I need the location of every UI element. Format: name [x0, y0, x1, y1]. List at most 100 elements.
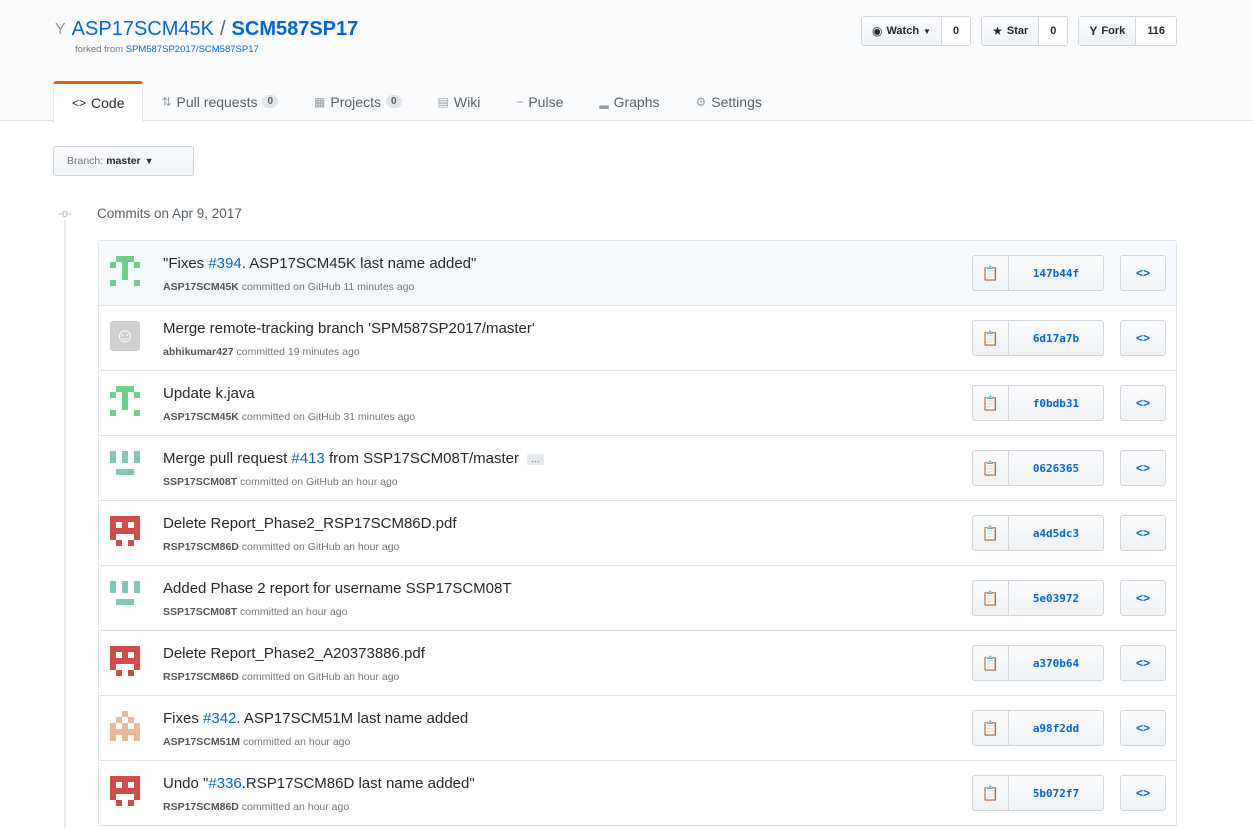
- sha-link[interactable]: a98f2dd: [1009, 711, 1103, 745]
- sha-link[interactable]: 5b072f7: [1009, 776, 1103, 810]
- commit-title[interactable]: Merge pull request #413 from SSP17SCM08T…: [163, 450, 545, 467]
- copy-sha-button[interactable]: 📋: [973, 321, 1009, 355]
- avatar[interactable]: [110, 646, 140, 676]
- sha-link[interactable]: 6d17a7b: [1009, 321, 1103, 355]
- star-button[interactable]: ★ Star: [982, 17, 1040, 45]
- commit-author[interactable]: RSP17SCM86D: [163, 671, 239, 683]
- issue-link[interactable]: #394: [208, 255, 241, 272]
- copy-sha-button[interactable]: 📋: [973, 516, 1009, 550]
- commit-group-title: -o- Commits on Apr 9, 2017: [55, 206, 242, 221]
- copy-sha-button[interactable]: 📋: [973, 646, 1009, 680]
- browse-code-button[interactable]: <>: [1120, 320, 1166, 356]
- avatar[interactable]: [110, 516, 140, 546]
- commit-author[interactable]: ASP17SCM45K: [163, 281, 239, 293]
- tab-pull-requests[interactable]: ⇅ Pull requests 0: [143, 81, 296, 122]
- commit-title[interactable]: Delete Report_Phase2_A20373886.pdf: [163, 645, 425, 662]
- commit-title[interactable]: Delete Report_Phase2_RSP17SCM86D.pdf: [163, 515, 457, 532]
- avatar[interactable]: [110, 386, 140, 416]
- star-count[interactable]: 0: [1039, 17, 1068, 45]
- fork-button[interactable]: Y Fork: [1079, 17, 1137, 45]
- commit-time: committed on GitHub 11 minutes ago: [238, 281, 415, 293]
- issue-link[interactable]: #336: [208, 775, 241, 792]
- browse-code-button[interactable]: <>: [1120, 450, 1166, 486]
- commit-author[interactable]: SSP17SCM08T: [163, 606, 237, 618]
- code-icon: <>: [1135, 396, 1150, 410]
- commit-author[interactable]: ASP17SCM45K: [163, 411, 239, 423]
- avatar[interactable]: [110, 711, 140, 741]
- browse-code-button[interactable]: <>: [1120, 515, 1166, 551]
- forked-from: forked from SPM587SP2017/SCM587SP17: [75, 44, 259, 55]
- tab-settings[interactable]: ⚙ Settings: [678, 81, 780, 122]
- sha-link[interactable]: a370b64: [1009, 646, 1103, 680]
- commit-title[interactable]: Undo "#336.RSP17SCM86D last name added": [163, 775, 475, 792]
- issue-link[interactable]: #342: [203, 710, 236, 727]
- commit-time: committed on GitHub an hour ago: [238, 671, 400, 683]
- repo-owner-link[interactable]: ASP17SCM45K: [72, 18, 214, 41]
- issue-link[interactable]: #413: [291, 450, 324, 467]
- commit-title[interactable]: Merge remote-tracking branch 'SPM587SP20…: [163, 320, 535, 337]
- copy-sha-button[interactable]: 📋: [973, 581, 1009, 615]
- copy-sha-button[interactable]: 📋: [973, 386, 1009, 420]
- branch-select-button[interactable]: Branch: master ▼: [53, 146, 194, 176]
- code-icon: <>: [1135, 266, 1150, 280]
- browse-code-button[interactable]: <>: [1120, 580, 1166, 616]
- commit-title[interactable]: Update k.java: [163, 385, 255, 402]
- browse-code-button[interactable]: <>: [1120, 775, 1166, 811]
- commit-author[interactable]: RSP17SCM86D: [163, 541, 239, 553]
- avatar[interactable]: [110, 776, 140, 806]
- code-icon: <>: [1135, 656, 1150, 670]
- forked-from-link[interactable]: SPM587SP2017/SCM587SP17: [126, 44, 259, 55]
- git-commit-icon: -o-: [55, 207, 75, 220]
- commit-title[interactable]: Added Phase 2 report for username SSP17S…: [163, 580, 512, 597]
- copy-sha-button[interactable]: 📋: [973, 451, 1009, 485]
- tab-wiki[interactable]: ▤ Wiki: [420, 81, 499, 122]
- timeline-line: [64, 215, 66, 828]
- tab-projects[interactable]: ▦ Projects 0: [296, 81, 419, 122]
- expand-message-button[interactable]: …: [527, 453, 545, 465]
- sha-link[interactable]: f0bdb31: [1009, 386, 1103, 420]
- tab-code[interactable]: <> Code: [53, 81, 144, 123]
- commit-title-text: .RSP17SCM86D last name added": [241, 775, 475, 792]
- watch-label: Watch: [886, 25, 920, 37]
- copy-sha-button[interactable]: 📋: [973, 256, 1009, 290]
- browse-code-button[interactable]: <>: [1120, 710, 1166, 746]
- clippy-icon: 📋: [981, 784, 1000, 801]
- watch-button[interactable]: ◉ Watch ▼: [861, 17, 942, 45]
- sha-link[interactable]: a4d5dc3: [1009, 516, 1103, 550]
- commit-row: Merge pull request #413 from SSP17SCM08T…: [99, 436, 1176, 501]
- commit-title-text: Added Phase 2 report for username SSP17S…: [163, 580, 512, 597]
- sha-link[interactable]: 0626365: [1009, 451, 1103, 485]
- commit-title[interactable]: "Fixes #394. ASP17SCM45K last name added…: [163, 255, 476, 272]
- commit-author[interactable]: RSP17SCM86D: [163, 801, 239, 813]
- clippy-icon: 📋: [981, 654, 1000, 671]
- browse-code-button[interactable]: <>: [1120, 255, 1166, 291]
- avatar[interactable]: [110, 256, 140, 286]
- star-group: ★ Star 0: [981, 16, 1069, 46]
- repo-title: Y ASP17SCM45K / SCM587SP17: [55, 18, 358, 41]
- browse-code-button[interactable]: <>: [1120, 645, 1166, 681]
- tab-graphs[interactable]: ▂ Graphs: [581, 81, 677, 122]
- graph-icon: ▂: [599, 94, 609, 109]
- tab-pulse[interactable]: − Pulse: [498, 81, 581, 122]
- commit-author[interactable]: abhikumar427: [163, 346, 234, 358]
- fork-count[interactable]: 116: [1136, 17, 1176, 45]
- branch-value: master: [106, 155, 141, 167]
- commit-author[interactable]: SSP17SCM08T: [163, 476, 237, 488]
- code-icon: <>: [1135, 591, 1150, 605]
- repo-name-link[interactable]: SCM587SP17: [232, 18, 359, 41]
- commit-author[interactable]: ASP17SCM51M: [163, 736, 240, 748]
- pagehead-actions: ◉ Watch ▼ 0 ★ Star 0 Y Fork 116: [860, 16, 1177, 46]
- commit-title[interactable]: Fixes #342. ASP17SCM51M last name added: [163, 710, 468, 727]
- browse-code-button[interactable]: <>: [1120, 385, 1166, 421]
- commit-title-text: Update k.java: [163, 385, 255, 402]
- commit-meta: RSP17SCM86D committed on GitHub an hour …: [163, 671, 399, 683]
- avatar[interactable]: [110, 451, 140, 481]
- sha-link[interactable]: 147b44f: [1009, 256, 1103, 290]
- watch-count[interactable]: 0: [941, 17, 971, 45]
- commit-time: committed an hour ago: [238, 801, 350, 813]
- sha-link[interactable]: 5e03972: [1009, 581, 1103, 615]
- copy-sha-button[interactable]: 📋: [973, 776, 1009, 810]
- avatar[interactable]: [110, 581, 140, 611]
- avatar[interactable]: ☺: [110, 321, 140, 351]
- copy-sha-button[interactable]: 📋: [973, 711, 1009, 745]
